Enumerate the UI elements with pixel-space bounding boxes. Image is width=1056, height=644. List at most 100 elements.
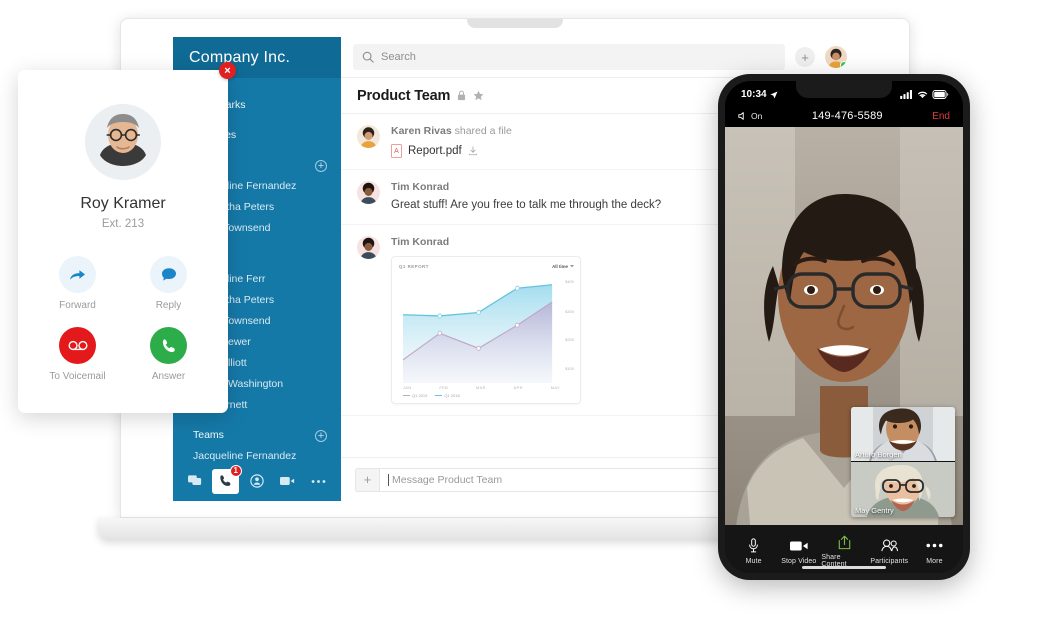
voicemail-icon [59,327,96,364]
legend-entry: Q1 2018 [435,393,460,398]
status-icons [900,90,949,99]
chevron-down-icon [570,265,574,268]
new-item-button[interactable]: + [795,47,815,67]
forward-call-button[interactable]: Forward [39,256,116,311]
video-icon [280,477,295,485]
action-label: Answer [151,371,186,382]
participants-button[interactable]: Participants [867,538,912,565]
chart-ytick: $100 [565,366,574,372]
call-number: 149-476-5589 [811,110,883,122]
chart-header: Q1 REPORT All time [399,264,574,269]
legend-label: Q1 2019 [412,393,428,398]
pdf-file-icon: A [391,144,402,158]
action-label: Reply [155,300,182,311]
answer-call-button[interactable]: Answer [130,327,207,382]
status-time: 10:34 [741,89,767,100]
participants-icon [881,538,898,554]
phone-call-bar: On 149-476-5589 End [725,105,963,127]
participant-thumbnail[interactable]: Arturo Borgen [851,407,955,462]
author-name: Karen Rivas [391,125,452,137]
chart-range-selector[interactable]: All time [552,264,574,269]
action-label: Forward [59,300,96,311]
main-video-feed[interactable]: Arturo Borgen May Gentry [725,127,963,525]
caller-extension: Ext. 213 [101,218,145,230]
message-placeholder-text: Message Product Team [392,473,503,486]
laptop-camera-notch [467,19,563,28]
area-chart-svg [402,284,553,383]
search-input[interactable]: Search [353,44,785,70]
battery-icon [932,90,949,99]
nav-more-button[interactable] [305,469,332,494]
online-status-dot [840,61,847,68]
sidebar-item-teams[interactable]: Teams + [173,425,341,446]
share-upload-icon [838,534,851,550]
contacts-icon [249,474,264,488]
phone-device: 10:34 On 149-476-5589 End Arturo Borgen … [718,74,970,580]
phone-unread-badge: 1 [229,464,242,477]
action-label: To Voicemail [49,371,106,382]
toolbar-label: More [926,557,943,565]
stop-video-button[interactable]: Stop Video [776,538,821,565]
chart-x-axis: JAN FEB MAR APR MAY [399,383,574,390]
legend-entry: Q1 2019 [403,393,427,398]
close-icon[interactable]: × [219,62,236,79]
screenshot-root: Company Inc. Bookmarks Favorites People … [0,0,1056,644]
speaker-toggle[interactable]: On [738,111,762,121]
chart-attachment-card[interactable]: Q1 REPORT All time $400 $300 $200 $100 J… [391,256,581,404]
add-team-icon[interactable]: + [315,429,327,442]
wifi-icon [917,91,928,99]
toolbar-label: Mute [745,557,762,565]
caller-avatar [85,104,161,180]
more-button[interactable]: More [912,538,957,565]
end-call-button[interactable]: End [932,111,950,122]
home-indicator [802,566,886,569]
top-search-bar: Search + [341,37,859,78]
participant-name: May Gentry [855,506,894,515]
nav-video-button[interactable] [274,469,301,494]
avatar [357,125,380,148]
message-meta: shared a file [454,125,512,137]
mute-button[interactable]: Mute [731,538,776,565]
lock-icon [458,90,466,101]
download-icon [468,146,477,156]
chat-icon [187,474,201,485]
legend-swatch [403,394,410,397]
add-people-icon[interactable]: + [315,159,327,172]
star-icon [473,90,484,101]
phone-screen: 10:34 On 149-476-5589 End Arturo Borgen … [725,81,963,573]
speaker-state-label: On [751,111,763,121]
caller-name: Roy Kramer [80,195,166,212]
chart-ytick: $300 [565,308,574,314]
chart-ytick: $200 [565,337,574,343]
page-title: Product Team [357,87,451,104]
nav-messages-button[interactable] [181,469,208,494]
sidebar-item-person[interactable]: Jacqueline Fernandez [173,446,341,461]
legend-label: Q1 2018 [444,393,460,398]
share-content-button[interactable]: Share Content [821,534,866,568]
video-camera-icon [789,538,808,554]
incoming-call-popup: × Roy Kramer Ext. 213 Forward Reply To V… [18,62,236,413]
location-arrow-icon [770,90,778,99]
speaker-icon [738,112,744,120]
sidebar-item-label: Jacqueline Fernandez [193,450,297,461]
participant-thumbnails[interactable]: Arturo Borgen May Gentry [851,407,955,517]
current-user-avatar[interactable] [825,46,847,68]
reply-call-button[interactable]: Reply [130,256,207,311]
call-actions: Forward Reply To Voicemail Answer [39,256,207,382]
chart-range-label: All time [552,264,568,269]
attach-button[interactable]: + [355,467,379,492]
chart-legend: Q1 2019 Q1 2018 [399,390,574,398]
forward-arrow-icon [59,256,96,293]
phone-handset-icon [150,327,187,364]
toolbar-label: Participants [870,557,909,565]
chart-ytick: $400 [565,278,574,284]
phone-notch [796,81,892,98]
search-icon [362,51,374,63]
to-voicemail-button[interactable]: To Voicemail [39,327,116,382]
nav-contacts-button[interactable] [243,469,270,494]
participant-thumbnail[interactable]: May Gentry [851,462,955,517]
more-dots-icon [926,538,943,554]
avatar [357,236,380,259]
nav-phone-button[interactable]: 1 [212,464,242,494]
avatar [357,181,380,204]
